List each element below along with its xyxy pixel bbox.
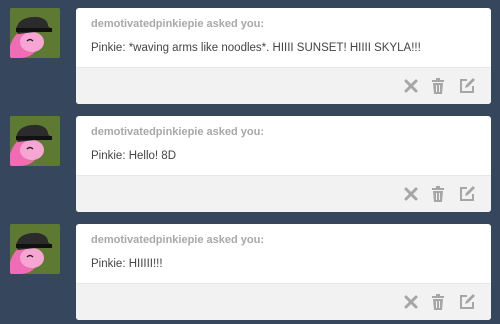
asker-line[interactable]: demotivatedpinkiepie asked you: [91,126,264,138]
avatar[interactable] [10,224,60,274]
trash-icon[interactable] [429,293,447,311]
ask-item: demotivatedpinkiepie asked you: Pinkie: … [0,224,500,324]
ask-actions [76,283,491,320]
trash-icon[interactable] [429,77,447,95]
edit-icon[interactable] [458,77,476,95]
asker-line[interactable]: demotivatedpinkiepie asked you: [91,18,264,30]
ask-card: demotivatedpinkiepie asked you: Pinkie: … [76,8,491,104]
close-icon[interactable] [402,293,420,311]
edit-icon[interactable] [458,185,476,203]
asker-line[interactable]: demotivatedpinkiepie asked you: [91,234,264,246]
avatar[interactable] [10,116,60,166]
avatar[interactable] [10,8,60,58]
ask-message: Pinkie: Hello! 8D [91,150,177,162]
ask-actions [76,67,491,104]
edit-icon[interactable] [458,293,476,311]
trash-icon[interactable] [429,185,447,203]
ask-card: demotivatedpinkiepie asked you: Pinkie: … [76,224,491,320]
ask-card: demotivatedpinkiepie asked you: Pinkie: … [76,116,491,212]
ask-actions [76,175,491,212]
close-icon[interactable] [402,185,420,203]
close-icon[interactable] [402,77,420,95]
ask-item: demotivatedpinkiepie asked you: Pinkie: … [0,8,500,108]
ask-message: Pinkie: HIIIII!!! [91,258,163,270]
ask-message: Pinkie: *waving arms like noodles*. HIII… [91,42,421,54]
ask-item: demotivatedpinkiepie asked you: Pinkie: … [0,116,500,216]
